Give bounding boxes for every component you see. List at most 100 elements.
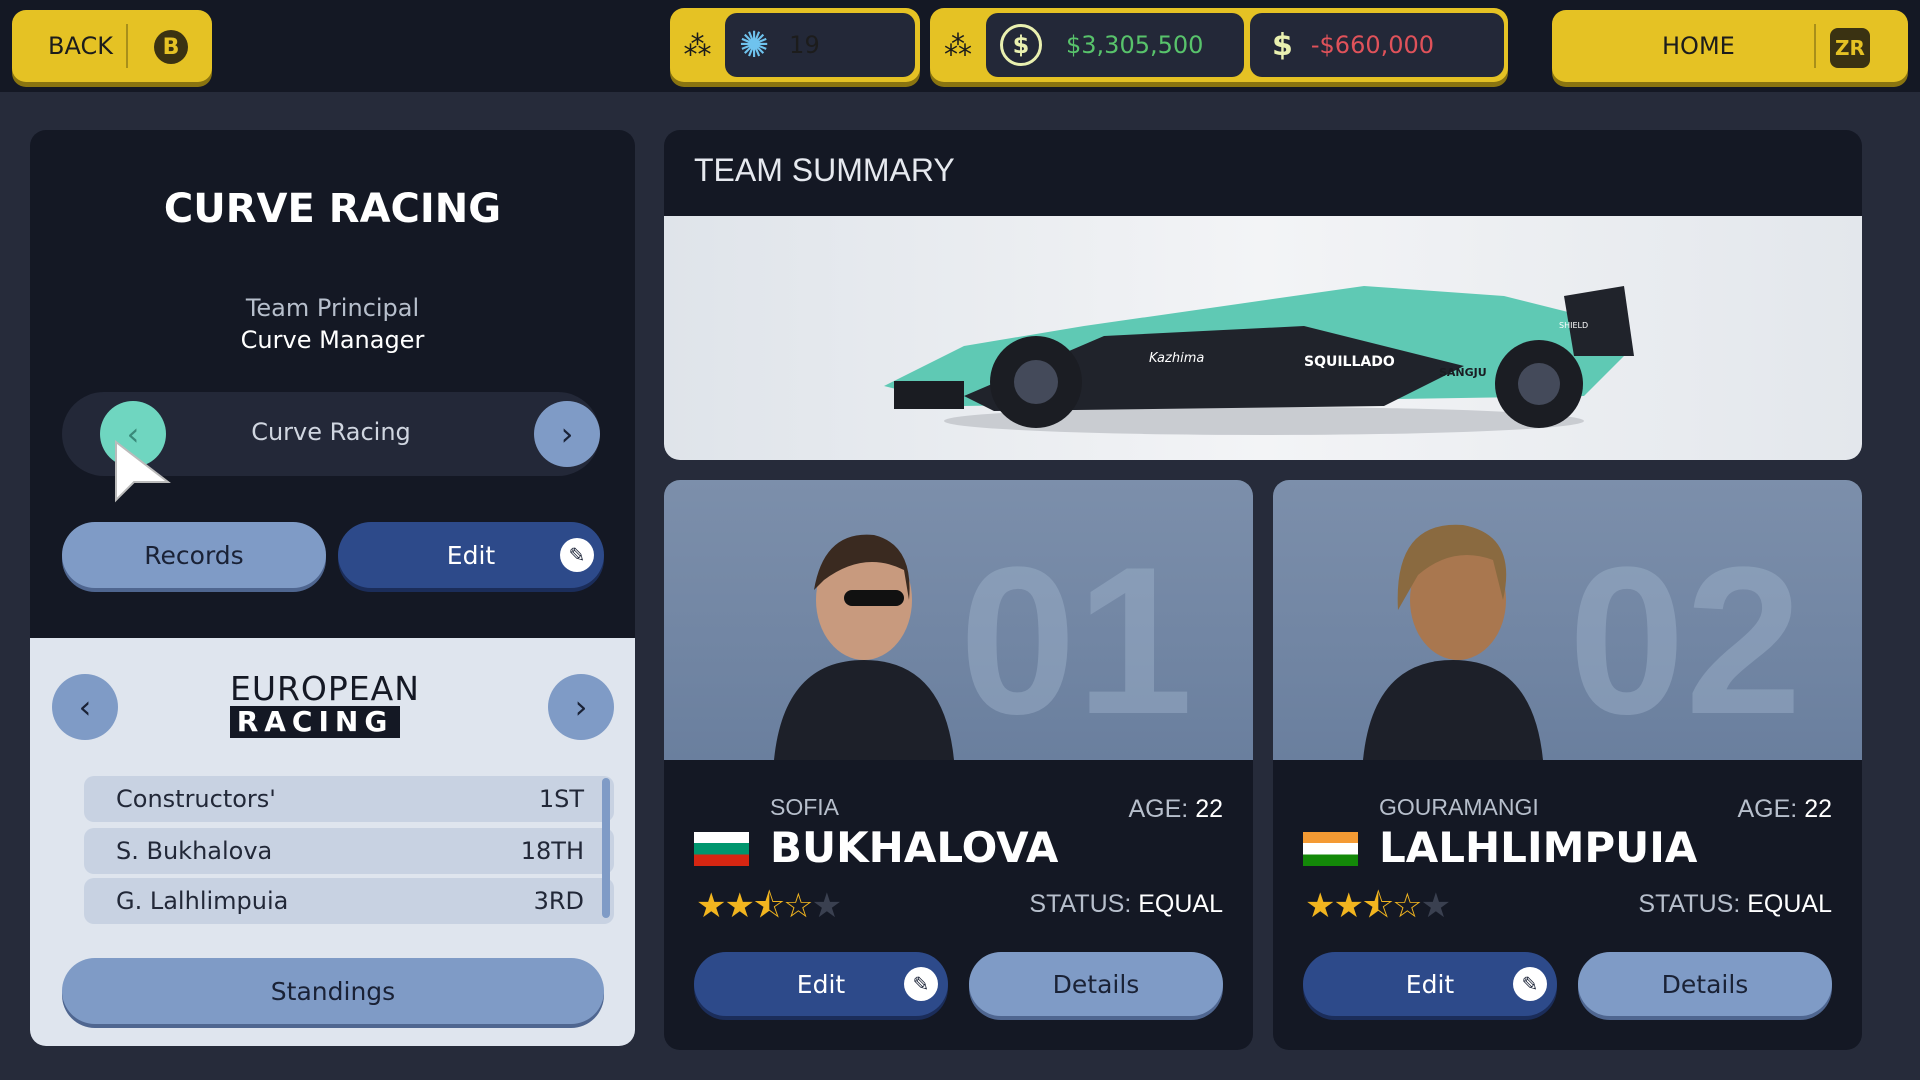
controller-icon: ⁂ [683, 28, 712, 62]
car-sponsor: SANGJU [1439, 366, 1487, 379]
money-change-value: -$660,000 [1310, 31, 1435, 59]
edit-driver-button[interactable]: Edit ✎ [694, 952, 948, 1016]
row-label: G. Lalhlimpuia [116, 887, 289, 915]
age-value: 22 [1195, 795, 1223, 823]
controller-icon: ⁂ [944, 28, 972, 62]
dollar-coin-icon: $ [1000, 24, 1042, 66]
row-value: 3RD [533, 887, 584, 915]
details-button[interactable]: Details [1578, 952, 1832, 1016]
summary-title: TEAM SUMMARY [694, 152, 955, 188]
status-label: STATUS: [1638, 890, 1741, 918]
gem-icon: ✺ [739, 24, 770, 66]
star-empty-icon: ★ [811, 886, 843, 926]
edit-label: Edit [1405, 969, 1455, 999]
logo-line2: RACING [230, 706, 400, 738]
row-value: 18TH [520, 837, 584, 865]
star-half-icon: ⯪ [1361, 886, 1394, 926]
money-group: ⁂ $ $3,305,500 $ -$660,000 [930, 8, 1508, 82]
team-panel: CURVE RACING Team Principal Curve Manage… [30, 130, 635, 1046]
principal-label: Team Principal [245, 294, 420, 322]
cursor-icon [115, 440, 171, 503]
edit-label: Edit [446, 540, 496, 570]
standing-row: S. Bukhalova 18TH [84, 828, 614, 874]
home-button[interactable]: HOME ZR [1552, 10, 1908, 82]
age-label: AGE: [1128, 795, 1189, 823]
age-value: 22 [1804, 795, 1832, 823]
pencil-icon: ✎ [1513, 967, 1547, 1001]
flag-india-icon [1303, 832, 1358, 866]
star-empty-icon: ★ [1420, 886, 1452, 926]
standing-row: G. Lalhlimpuia 3RD [84, 878, 614, 924]
next-series-button[interactable]: › [548, 674, 614, 740]
car-sponsor: Kazhima [1149, 351, 1204, 366]
series-section: ‹ EUROPEAN RACING › Constructors' 1ST S. … [30, 638, 635, 1046]
home-label: HOME [1662, 32, 1735, 60]
driver-first-name: GOURAMANGI [1379, 794, 1539, 820]
edit-label: Edit [796, 969, 846, 999]
driver-portrait: 02 [1273, 480, 1862, 760]
age-label: AGE: [1737, 795, 1798, 823]
gems-display[interactable]: ✺ 19 [725, 13, 915, 77]
driver-portrait: 01 [664, 480, 1253, 760]
driver-avatar [774, 534, 954, 760]
driver-status: STATUS: EQUAL [1638, 890, 1832, 919]
pencil-icon: ✎ [904, 967, 938, 1001]
team-summary-panel: TEAM SUMMARY Kazhima SQUILLADO SANGJU SH… [664, 130, 1862, 460]
details-button[interactable]: Details [969, 952, 1223, 1016]
edit-driver-button[interactable]: Edit ✎ [1303, 952, 1557, 1016]
driver-status: STATUS: EQUAL [1029, 890, 1223, 919]
money-change-display[interactable]: $ -$660,000 [1250, 13, 1504, 77]
driver-age: AGE: 22 [1737, 795, 1832, 824]
car-sponsor: SHIELD [1559, 321, 1588, 330]
star-rating: ★★⯪☆★ [696, 882, 843, 939]
driver-card: 02 GOURAMANGI AGE: 22 LALHLIMPUIA ★★⯪☆★ … [1273, 480, 1862, 1050]
flag-bulgaria-icon [694, 832, 749, 866]
series-logo: EUROPEAN RACING [230, 669, 420, 738]
standings-button[interactable]: Standings [62, 958, 604, 1024]
back-button[interactable]: BACK B [12, 10, 212, 82]
back-label: BACK [48, 32, 113, 60]
next-team-button[interactable]: › [534, 401, 600, 467]
status-value: EQUAL [1747, 890, 1832, 918]
car-sponsor: SQUILLADO [1304, 354, 1395, 370]
row-value: 1ST [538, 785, 584, 813]
car-illustration: Kazhima SQUILLADO SANGJU SHIELD [884, 286, 1634, 435]
star-half-icon: ⯪ [752, 886, 785, 926]
zr-key-icon: ZR [1830, 28, 1870, 68]
status-value: EQUAL [1138, 890, 1223, 918]
scrollbar[interactable] [602, 778, 610, 918]
pencil-icon: ✎ [560, 538, 594, 572]
star-outline-icon: ☆ [783, 886, 814, 926]
star-rating: ★★⯪☆★ [1305, 882, 1452, 939]
principal-name: Curve Manager [240, 326, 425, 354]
driver-first-name: SOFIA [770, 794, 840, 820]
gems-count: 19 [789, 31, 820, 59]
driver-age: AGE: 22 [1128, 795, 1223, 824]
driver-number: 02 [1568, 523, 1802, 758]
status-label: STATUS: [1029, 890, 1132, 918]
dollar-change-icon: $ [1272, 27, 1293, 63]
edit-team-button[interactable]: Edit ✎ [338, 522, 604, 588]
logo-line1: EUROPEAN [230, 669, 420, 708]
team-name: CURVE RACING [163, 186, 502, 232]
divider [126, 24, 128, 68]
money-value: $3,305,500 [1066, 31, 1204, 59]
driver-number: 01 [959, 523, 1193, 758]
divider [1814, 24, 1816, 68]
car-image: Kazhima SQUILLADO SANGJU SHIELD [664, 216, 1862, 460]
prev-series-button[interactable]: ‹ [52, 674, 118, 740]
driver-avatar [1363, 524, 1543, 760]
standing-row: Constructors' 1ST [84, 776, 614, 822]
row-label: S. Bukhalova [116, 837, 273, 865]
star-outline-icon: ☆ [1392, 886, 1423, 926]
b-key-icon: B [154, 30, 188, 64]
driver-last-name: BUKHALOVA [770, 823, 1059, 872]
driver-card: 01 SOFIA AGE: 22 BUKHALOVA ★★⯪☆★ STATUS:… [664, 480, 1253, 1050]
star-full-icon: ★★ [696, 886, 755, 926]
driver-last-name: LALHLIMPUIA [1379, 823, 1698, 872]
records-button[interactable]: Records [62, 522, 326, 588]
row-label: Constructors' [116, 785, 276, 813]
star-full-icon: ★★ [1305, 886, 1364, 926]
money-display[interactable]: $ $3,305,500 [986, 13, 1244, 77]
gems-group: ⁂ ✺ 19 [670, 8, 920, 82]
